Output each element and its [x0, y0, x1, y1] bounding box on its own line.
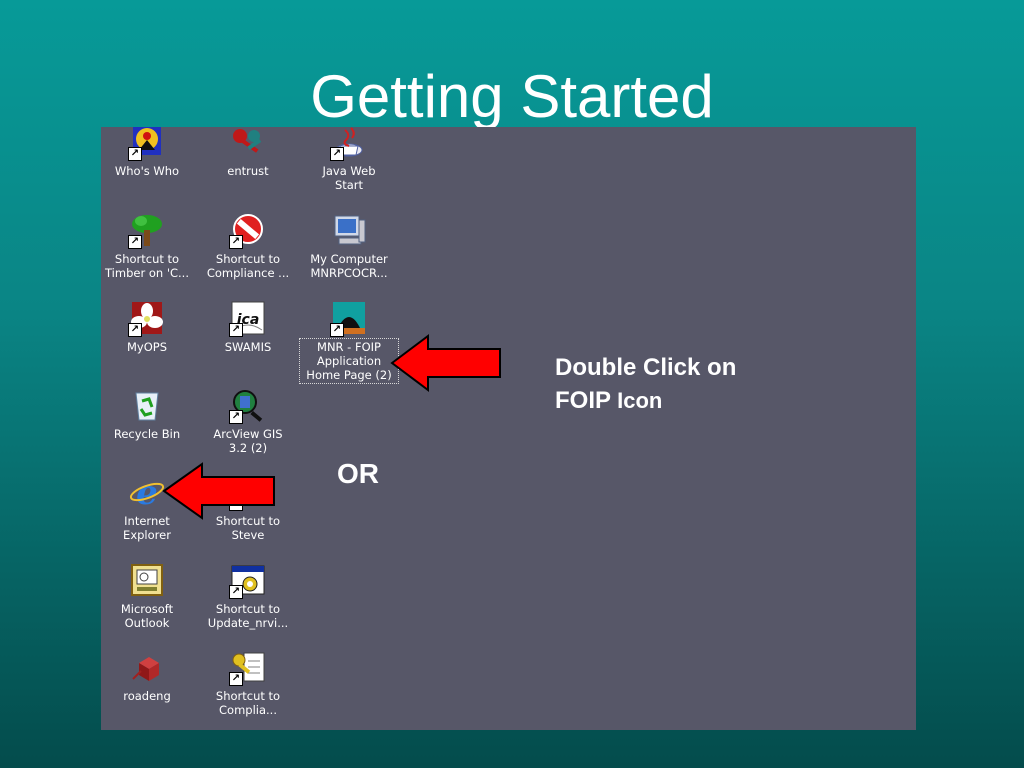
callout-line-1: Double Click on [555, 354, 737, 381]
internet-explorer-icon: e [129, 474, 165, 510]
desktop-icon-microsoft-outlook[interactable]: Microsoft Outlook [101, 561, 195, 630]
shortcut-overlay-icon: ↗ [229, 235, 243, 249]
desktop-icon-my-computer[interactable]: My Computer MNRPCOCR... [301, 211, 397, 280]
keys-icon [233, 129, 262, 153]
desktop-icon-mnr-foip[interactable]: ↗ MNR - FOIP Application Home Page (2) [299, 299, 399, 384]
desktop-screenshot: ↗ Who's Who entrust ↗ Java Web Start ↗ S… [101, 127, 916, 730]
callout-foip: FOIP [555, 387, 612, 414]
desktop-icon-roadeng[interactable]: roadeng [101, 648, 195, 703]
desktop-icon-label: Microsoft Outlook [120, 602, 174, 630]
or-label: OR [337, 458, 379, 489]
desktop-icon-label: Who's Who [114, 164, 180, 178]
shortcut-overlay-icon: ↗ [330, 147, 344, 161]
desktop-icon-java-web-start[interactable]: ↗ Java Web Start [301, 127, 397, 192]
desktop-icon-myops[interactable]: ↗ MyOPS [101, 299, 195, 354]
roadeng-icon [132, 657, 159, 681]
desktop-icon-arcview-gis[interactable]: ↗ ArcView GIS 3.2 (2) [200, 386, 296, 455]
shortcut-overlay-icon: ↗ [128, 147, 142, 161]
svg-text:e: e [136, 474, 158, 510]
desktop-icon-shortcut-compliance[interactable]: ↗ Shortcut to Compliance ... [200, 211, 296, 280]
desktop-icon-label: Recycle Bin [113, 427, 181, 441]
arrow-to-foip-icon [390, 334, 501, 392]
desktop-icon-label: roadeng [123, 689, 171, 703]
desktop-icon-label: Shortcut to Update_nrvi... [207, 602, 289, 630]
shortcut-overlay-icon: ↗ [229, 410, 243, 424]
desktop-icon-label: My Computer MNRPCOCR... [310, 252, 388, 280]
callout-icon-word: Icon [611, 388, 663, 413]
outlook-icon [131, 564, 163, 596]
callout-line-2: FOIP Icon [555, 384, 736, 417]
desktop-icon-label: MyOPS [126, 340, 167, 354]
desktop-icon-shortcut-timber[interactable]: ↗ Shortcut to Timber on 'C... [101, 211, 195, 280]
shortcut-overlay-icon: ↗ [128, 323, 142, 337]
shortcut-overlay-icon: ↗ [128, 235, 142, 249]
arrow-to-internet-explorer-icon [162, 462, 275, 520]
desktop-icon-label: ArcView GIS 3.2 (2) [213, 427, 283, 455]
desktop-icon-label: entrust [227, 164, 269, 178]
desktop-icon-swamis[interactable]: ica ↗ SWAMIS [200, 299, 296, 354]
desktop-icon-label: Java Web Start [322, 164, 376, 192]
desktop-icon-label: MNR - FOIP Application Home Page (2) [299, 338, 399, 384]
desktop-icon-label: Shortcut to Compliance ... [206, 252, 290, 280]
instruction-callout: Double Click on FOIP Icon [555, 351, 736, 417]
desktop-icon-label: Shortcut to Complia... [215, 689, 281, 717]
desktop-icon-whos-who[interactable]: ↗ Who's Who [101, 127, 195, 178]
shortcut-overlay-icon: ↗ [229, 585, 243, 599]
desktop-icon-entrust[interactable]: entrust [200, 127, 296, 178]
desktop-icon-recycle-bin[interactable]: Recycle Bin [101, 386, 195, 441]
shortcut-overlay-icon: ↗ [229, 323, 243, 337]
desktop-icon-label: SWAMIS [224, 340, 272, 354]
computer-icon [334, 215, 366, 245]
desktop-icon-shortcut-complia[interactable]: ↗ Shortcut to Complia... [200, 648, 296, 717]
desktop-icon-label: Shortcut to Timber on 'C... [105, 252, 189, 280]
desktop-icon-shortcut-update[interactable]: ↗ Shortcut to Update_nrvi... [200, 561, 296, 630]
slide-title: Getting Started [310, 63, 714, 130]
shortcut-overlay-icon: ↗ [330, 323, 344, 337]
shortcut-overlay-icon: ↗ [229, 672, 243, 686]
recycle-bin-icon [135, 392, 159, 421]
